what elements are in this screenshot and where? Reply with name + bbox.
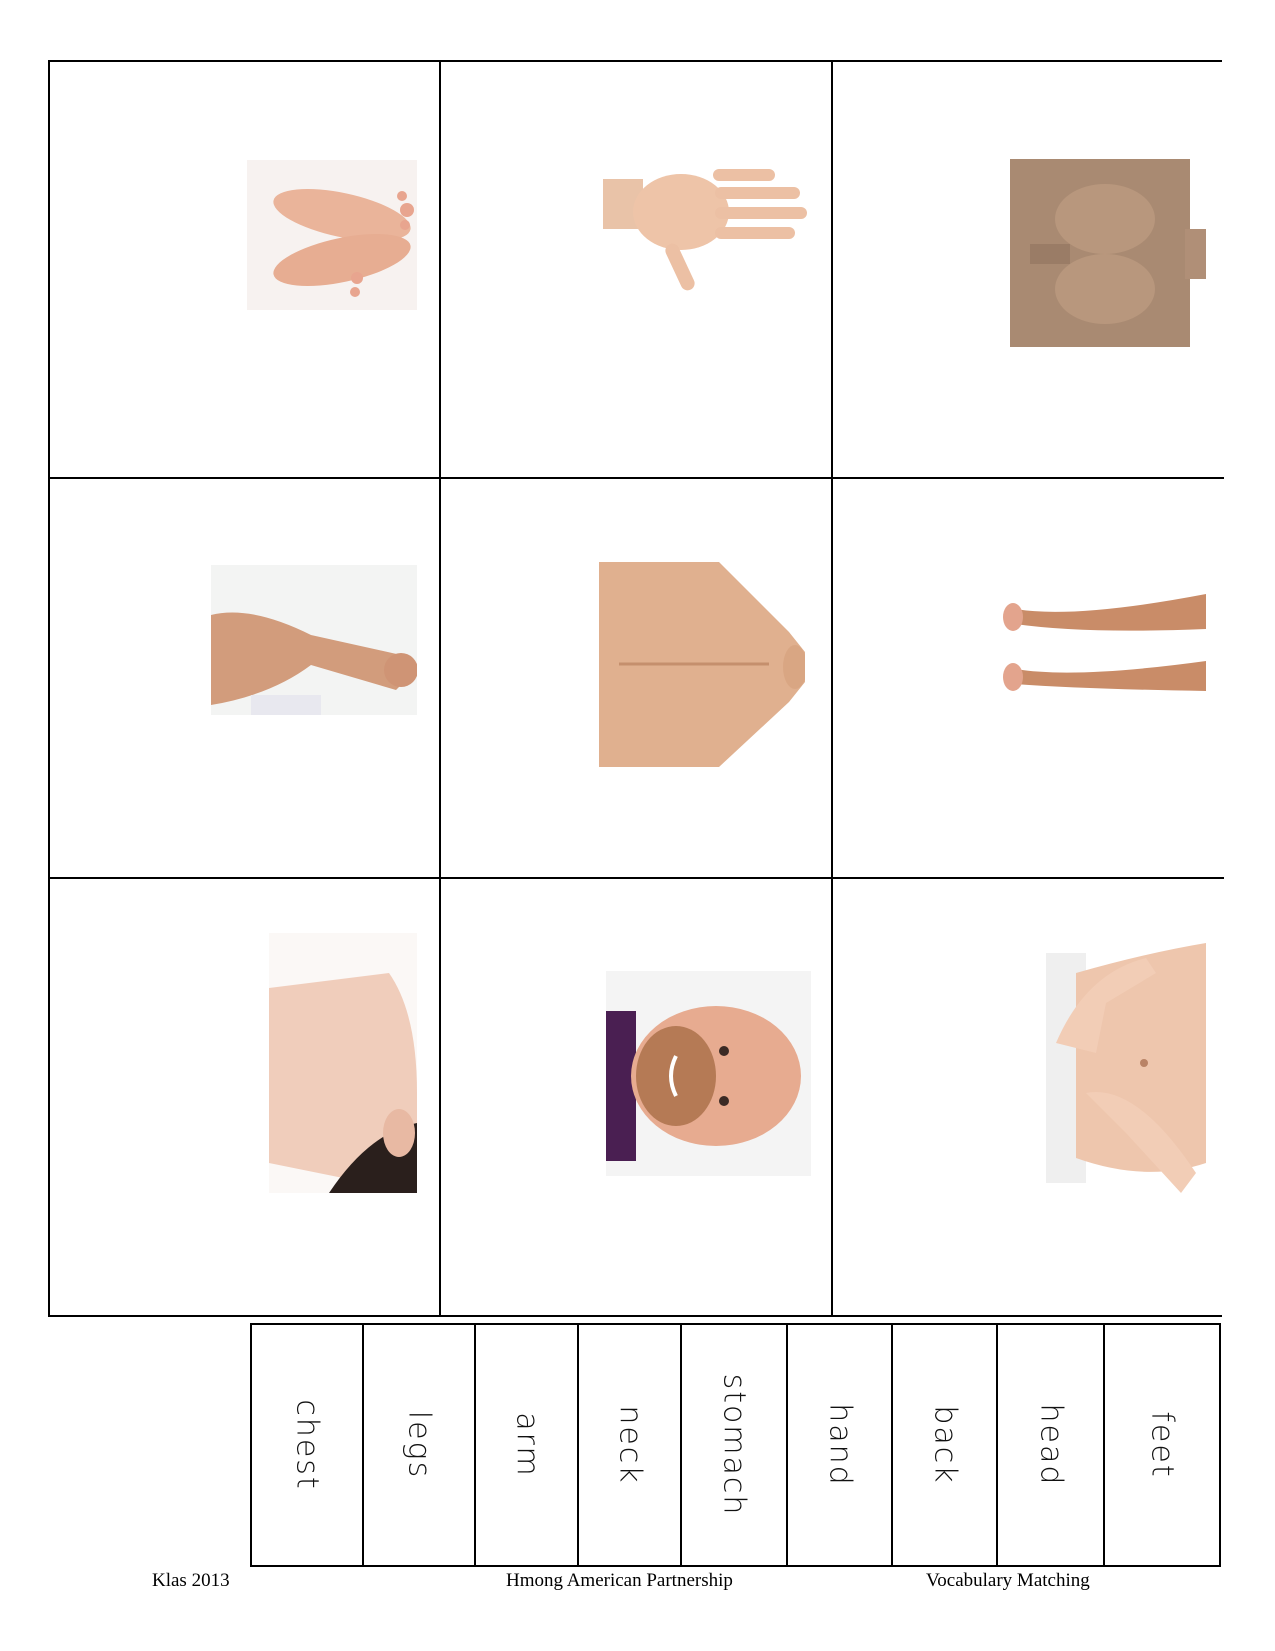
picture-cell-feet[interactable]	[50, 62, 441, 479]
legs-photo-icon	[995, 589, 1206, 704]
feet-photo-icon	[247, 160, 417, 310]
picture-cell-arm[interactable]	[50, 479, 441, 879]
word-label: arm	[509, 1412, 544, 1478]
footer-title: Vocabulary Matching	[926, 1570, 1090, 1591]
word-label: hand	[822, 1403, 857, 1487]
picture-cell-hand[interactable]	[441, 62, 833, 479]
hand-photo-icon	[603, 157, 815, 297]
word-card[interactable]: feet	[1105, 1325, 1219, 1565]
word-card[interactable]: head	[998, 1325, 1105, 1565]
word-card[interactable]: chest	[252, 1325, 364, 1565]
picture-cell-chest[interactable]	[833, 62, 1224, 479]
neck-photo-icon	[269, 933, 417, 1193]
footer-author: Klas 2013	[152, 1570, 230, 1591]
picture-cell-neck[interactable]	[50, 879, 441, 1315]
footer-organization: Hmong American Partnership	[506, 1570, 733, 1591]
head-photo-icon	[606, 971, 811, 1176]
word-strip: chest legs arm neck stomach hand back he…	[250, 1323, 1221, 1567]
word-card[interactable]: hand	[788, 1325, 893, 1565]
word-card[interactable]: legs	[364, 1325, 476, 1565]
word-card[interactable]: arm	[476, 1325, 579, 1565]
picture-grid	[48, 60, 1224, 1317]
word-card[interactable]: stomach	[682, 1325, 788, 1565]
arm-photo-icon	[211, 565, 417, 715]
picture-cell-stomach[interactable]	[833, 879, 1224, 1315]
word-label: chest	[289, 1399, 325, 1491]
word-card[interactable]: back	[893, 1325, 998, 1565]
word-card[interactable]: neck	[579, 1325, 682, 1565]
word-label: stomach	[716, 1373, 752, 1517]
chest-photo-icon	[1010, 159, 1206, 347]
stomach-photo-icon	[1046, 933, 1206, 1198]
picture-cell-legs[interactable]	[833, 479, 1224, 879]
word-label: back	[927, 1405, 962, 1485]
word-label: feet	[1144, 1411, 1180, 1479]
word-label: neck	[612, 1405, 647, 1485]
word-label: legs	[401, 1410, 437, 1480]
picture-cell-head[interactable]	[441, 879, 833, 1315]
picture-cell-back[interactable]	[441, 479, 833, 879]
back-photo-icon	[599, 562, 805, 767]
word-label: head	[1033, 1403, 1068, 1487]
